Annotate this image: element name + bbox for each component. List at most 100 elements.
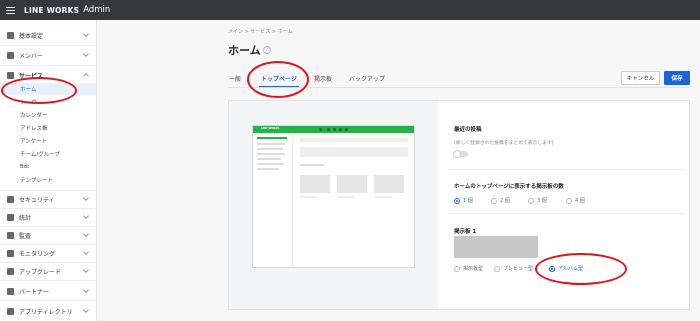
layers-icon (7, 307, 14, 315)
chevron-down-icon (83, 213, 89, 219)
building-icon (7, 31, 14, 39)
sidebar-sub-survey[interactable]: アンケート (0, 135, 96, 147)
divider (0, 300, 96, 301)
board-count-option-1[interactable]: 1 個 (454, 197, 473, 204)
chevron-up-icon (83, 73, 89, 79)
annotation-circle (1, 77, 77, 104)
board-1-title: 掲示板 1 (454, 229, 477, 235)
divider (448, 169, 684, 170)
sidebar-item-audit[interactable]: 監査 (0, 228, 96, 242)
brand-logo: LINE WORKS (24, 5, 80, 15)
page-title: ホーム (228, 44, 261, 57)
sidebar-item-partner[interactable]: パートナー (0, 284, 96, 298)
preview-nav-icon (327, 128, 330, 131)
breadcrumb: メイン > サービス > ホーム (228, 29, 293, 35)
board-count-option-2[interactable]: 2 個 (491, 197, 510, 204)
preview-sidebar-item (257, 137, 287, 139)
preview-sidebar-item (257, 153, 285, 155)
radio-icon (454, 265, 460, 272)
divider (448, 213, 684, 214)
board-count-option-4[interactable]: 4 個 (566, 197, 585, 204)
recent-posts-toggle[interactable] (453, 150, 468, 158)
preview-sidebar (253, 133, 293, 267)
gear-icon (7, 71, 14, 79)
menu-icon[interactable] (0, 0, 20, 20)
board-type-option-board[interactable]: 掲示板型 (454, 265, 483, 272)
preview-sidebar-item (257, 168, 279, 170)
cancel-button[interactable]: キャンセル (621, 71, 660, 85)
annotation-circle (247, 61, 309, 98)
divider (0, 226, 96, 227)
radio-icon (494, 265, 500, 272)
board-count-option-3[interactable]: 3 個 (528, 197, 547, 204)
chevron-down-icon (83, 267, 89, 273)
upgrade-icon (7, 267, 14, 275)
divider (0, 65, 96, 66)
radio-icon (566, 197, 572, 204)
sidebar-item-app-directory[interactable]: アプリディレクトリ (0, 304, 96, 318)
preview-sidebar-item (257, 163, 284, 165)
sidebar-sub-address-book[interactable]: アドレス帳 (0, 122, 96, 134)
divider (0, 262, 96, 263)
preview-sidebar-item (257, 158, 281, 160)
sidebar-sub-team-group[interactable]: チーム/グループ (0, 148, 96, 160)
preview-album-caption (374, 196, 392, 198)
divider (0, 208, 96, 209)
board-type-option-preview[interactable]: プレビュー型 (494, 265, 533, 272)
home-preview-image: LINE WORKS (252, 125, 415, 268)
sidebar-item-basic-settings[interactable]: 基本設定 (0, 28, 96, 42)
chevron-down-icon (83, 31, 89, 37)
radio-selected-icon (454, 197, 460, 204)
preview-section-label (300, 164, 324, 166)
preview-album-caption (300, 196, 318, 198)
save-button[interactable]: 保存 (664, 71, 690, 85)
preview-title-bar (300, 138, 408, 142)
clipboard-icon (7, 231, 14, 239)
sidebar-item-statistics[interactable]: 統計 (0, 210, 96, 224)
preview-nav-icon (333, 128, 336, 131)
recent-posts-desc: (新しく登録された投稿をまとめて表示します) (454, 141, 554, 146)
preview-album-caption (337, 196, 355, 198)
radio-icon (491, 197, 497, 204)
tab-general[interactable]: 一般 (229, 74, 241, 83)
sidebar-sub-bot[interactable]: Bot (0, 161, 96, 173)
preview-nav-icon (345, 128, 348, 131)
preview-header-bar: LINE WORKS (253, 126, 414, 133)
sidebar-item-security[interactable]: セキュリティ (0, 192, 96, 206)
chevron-down-icon (83, 287, 89, 293)
preview-album-thumb (300, 175, 330, 193)
preview-post-area (300, 147, 408, 157)
chevron-down-icon (83, 249, 89, 255)
help-icon[interactable]: ? (263, 46, 271, 54)
product-name: Admin (83, 5, 111, 15)
divider (0, 244, 96, 245)
preview-sidebar-item (257, 143, 285, 145)
preview-album-thumb (337, 175, 367, 193)
divider (0, 280, 96, 281)
divider (0, 190, 96, 191)
chevron-down-icon (83, 51, 89, 57)
tab-board[interactable]: 掲示板 (314, 74, 332, 83)
board-count-title: ホームのトップページに表示する掲示板の数 (454, 184, 564, 190)
recent-posts-title: 最近の投稿 (454, 127, 482, 133)
chevron-down-icon (83, 231, 89, 237)
sidebar-sub-template[interactable]: テンプレート (0, 174, 96, 186)
handshake-icon (7, 287, 14, 295)
sidebar-item-monitoring[interactable]: モニタリング (0, 246, 96, 260)
chevron-down-icon (83, 307, 89, 313)
tab-backup[interactable]: バックアップ (349, 74, 385, 83)
sidebar: 基本設定 メンバー サービス ホーム トーク カレンダー アドレス帳 アンケート… (0, 20, 97, 321)
sidebar-item-members[interactable]: メンバー (0, 48, 96, 62)
chevron-down-icon (83, 195, 89, 201)
pie-chart-icon (7, 213, 14, 221)
monitor-icon (7, 249, 14, 257)
preview-home-icon (319, 128, 322, 131)
preview-nav-icon (339, 128, 342, 131)
radio-icon (528, 197, 534, 204)
divider (0, 45, 96, 46)
people-icon (7, 51, 14, 59)
sidebar-sub-calendar[interactable]: カレンダー (0, 109, 96, 121)
preview-sidebar-item (257, 148, 283, 150)
preview-album-thumb (374, 175, 404, 193)
sidebar-item-upgrade[interactable]: アップグレード (0, 264, 96, 278)
